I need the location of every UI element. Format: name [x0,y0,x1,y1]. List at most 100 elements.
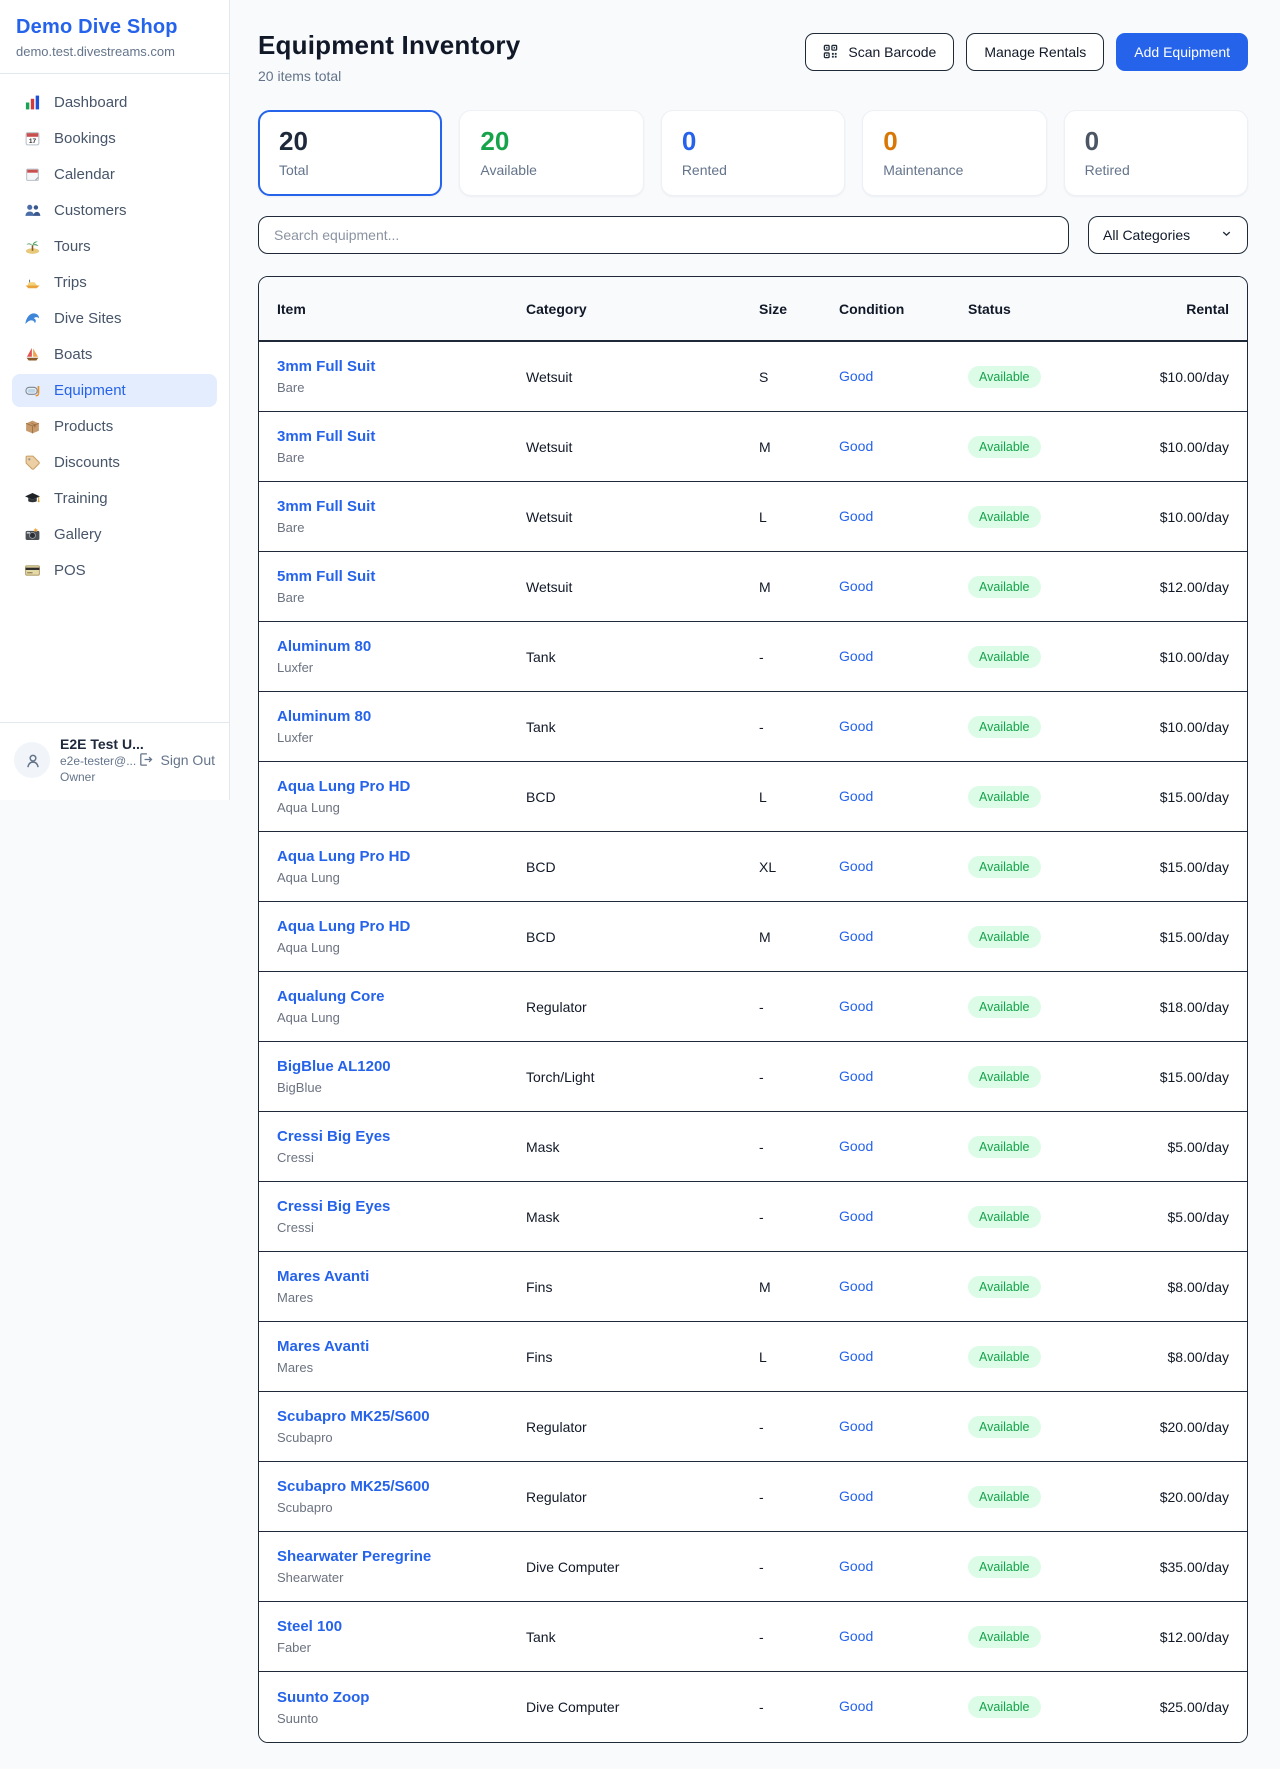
person-icon [24,752,41,769]
item-name-link[interactable]: Scubapro MK25/S600 [277,1408,430,1425]
sidebar-item-products[interactable]: Products [12,410,217,443]
item-name-link[interactable]: BigBlue AL1200 [277,1058,391,1075]
stat-label: Maintenance [883,162,1025,178]
column-header-rental: Rental [1128,301,1229,317]
stat-card-rented[interactable]: 0 Rented [661,110,845,196]
brand-title[interactable]: Demo Dive Shop [16,16,213,39]
sidebar-item-label: Training [54,490,108,507]
condition-link[interactable]: Good [839,788,873,804]
item-name-link[interactable]: 3mm Full Suit [277,498,375,515]
sidebar-item-calendar[interactable]: Calendar [12,158,217,191]
item-brand: Aqua Lung [277,940,526,955]
condition-link[interactable]: Good [839,1208,873,1224]
column-header-size: Size [759,301,839,317]
sign-out-button[interactable]: Sign Out [138,752,215,769]
item-category: Dive Computer [526,1699,759,1715]
condition-link[interactable]: Good [839,718,873,734]
stat-card-total[interactable]: 20 Total [258,110,442,196]
rental-rate: $10.00/day [1128,719,1229,735]
item-name-link[interactable]: Aluminum 80 [277,708,371,725]
scan-barcode-button[interactable]: Scan Barcode [805,33,954,71]
condition-link[interactable]: Good [839,1348,873,1364]
status-badge: Available [968,1206,1041,1228]
item-name-link[interactable]: Steel 100 [277,1618,342,1635]
sidebar-item-discounts[interactable]: Discounts [12,446,217,479]
column-header-condition: Condition [839,301,968,317]
sidebar-item-pos[interactable]: POS [12,554,217,587]
item-name-link[interactable]: Mares Avanti [277,1338,369,1355]
chevron-down-icon [1220,227,1237,244]
stat-card-retired[interactable]: 0 Retired [1064,110,1248,196]
sidebar-item-dashboard[interactable]: Dashboard [12,86,217,119]
sidebar-item-trips[interactable]: Trips [12,266,217,299]
item-name-link[interactable]: Cressi Big Eyes [277,1198,390,1215]
sailboat-icon [24,346,41,363]
item-name-link[interactable]: Cressi Big Eyes [277,1128,390,1145]
item-name-link[interactable]: Scubapro MK25/S600 [277,1478,430,1495]
condition-link[interactable]: Good [839,1698,873,1714]
sidebar-item-label: Customers [54,202,127,219]
search-input[interactable] [258,216,1069,254]
rental-rate: $10.00/day [1128,369,1229,385]
stat-card-available[interactable]: 20 Available [459,110,643,196]
sidebar-item-label: POS [54,562,86,579]
condition-link[interactable]: Good [839,508,873,524]
filters-row: All Categories [258,216,1248,254]
add-equipment-button[interactable]: Add Equipment [1116,33,1248,71]
condition-link[interactable]: Good [839,578,873,594]
condition-link[interactable]: Good [839,438,873,454]
condition-link[interactable]: Good [839,1488,873,1504]
item-name-link[interactable]: 3mm Full Suit [277,428,375,445]
status-badge: Available [968,996,1041,1018]
sidebar-item-label: Gallery [54,526,102,543]
sidebar-item-dive-sites[interactable]: Dive Sites [12,302,217,335]
condition-link[interactable]: Good [839,858,873,874]
condition-link[interactable]: Good [839,1558,873,1574]
status-badge: Available [968,366,1041,388]
item-brand: BigBlue [277,1080,526,1095]
item-name-link[interactable]: 5mm Full Suit [277,568,375,585]
item-brand: Luxfer [277,730,526,745]
item-category: Wetsuit [526,439,759,455]
barcode-icon [823,44,840,61]
condition-link[interactable]: Good [839,648,873,664]
main-content: Equipment Inventory 20 items total Scan … [230,0,1280,1769]
status-badge: Available [968,1136,1041,1158]
condition-link[interactable]: Good [839,1628,873,1644]
item-name-link[interactable]: Aluminum 80 [277,638,371,655]
condition-link[interactable]: Good [839,368,873,384]
sidebar-item-customers[interactable]: Customers [12,194,217,227]
sidebar-item-tours[interactable]: Tours [12,230,217,263]
item-name-link[interactable]: Shearwater Peregrine [277,1548,431,1565]
sidebar-item-equipment[interactable]: Equipment [12,374,217,407]
sign-out-label: Sign Out [161,752,215,768]
manage-rentals-button[interactable]: Manage Rentals [966,33,1104,71]
category-select[interactable]: All Categories [1088,216,1248,254]
sidebar-item-bookings[interactable]: 17 Bookings [12,122,217,155]
item-name-link[interactable]: Suunto Zoop [277,1689,369,1706]
user-section: E2E Test U... e2e-tester@... Owner Sign … [0,722,229,800]
item-name-link[interactable]: 3mm Full Suit [277,358,375,375]
item-name-link[interactable]: Aqua Lung Pro HD [277,918,410,935]
rental-rate: $15.00/day [1128,789,1229,805]
condition-link[interactable]: Good [839,1418,873,1434]
item-name-link[interactable]: Aqualung Core [277,988,385,1005]
stat-label: Available [480,162,622,178]
sidebar-item-training[interactable]: Training [12,482,217,515]
sidebar-item-label: Equipment [54,382,126,399]
condition-link[interactable]: Good [839,1138,873,1154]
item-size: M [759,1279,839,1295]
sidebar-item-boats[interactable]: Boats [12,338,217,371]
item-size: L [759,789,839,805]
stat-card-maintenance[interactable]: 0 Maintenance [862,110,1046,196]
sidebar-item-gallery[interactable]: Gallery [12,518,217,551]
condition-link[interactable]: Good [839,998,873,1014]
condition-link[interactable]: Good [839,1278,873,1294]
item-name-link[interactable]: Aqua Lung Pro HD [277,848,410,865]
rental-rate: $5.00/day [1128,1139,1229,1155]
item-name-link[interactable]: Aqua Lung Pro HD [277,778,410,795]
condition-link[interactable]: Good [839,928,873,944]
condition-link[interactable]: Good [839,1068,873,1084]
item-name-link[interactable]: Mares Avanti [277,1268,369,1285]
page-header: Equipment Inventory 20 items total Scan … [258,30,1248,84]
